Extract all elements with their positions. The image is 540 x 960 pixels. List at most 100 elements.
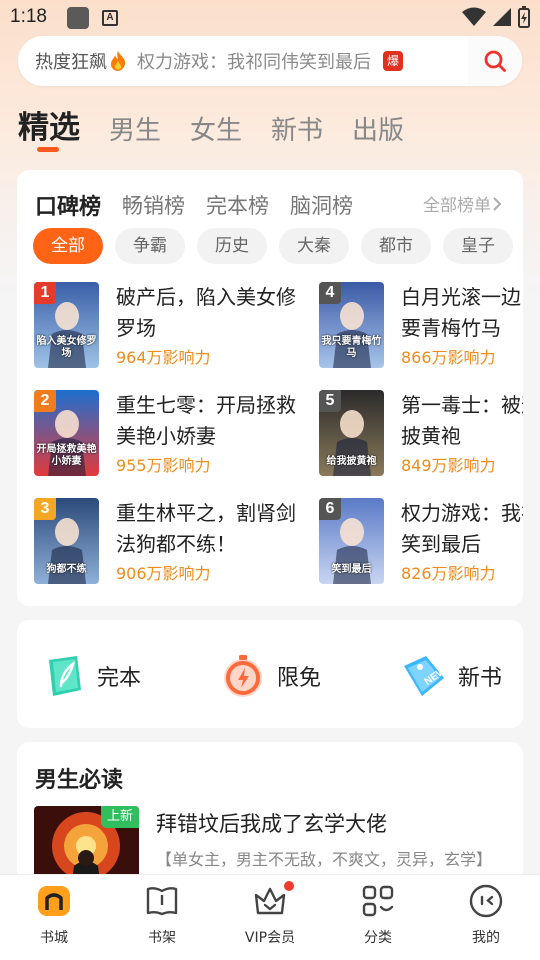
quick-new-books[interactable]: NEW 新书 xyxy=(400,652,502,700)
book-description: 【单女主，男主不无敌，不爽文，灵异，玄学】 xyxy=(156,850,493,869)
nav-profile[interactable]: 我的 xyxy=(446,883,526,947)
tab-bestseller-rank[interactable]: 畅销榜 xyxy=(122,190,185,220)
rank-number-badge: 1 xyxy=(34,282,56,304)
chevron-right-icon xyxy=(493,196,502,211)
bookshelf-icon xyxy=(144,883,180,919)
notification-a-icon: A xyxy=(102,10,118,26)
vip-crown-icon xyxy=(252,881,294,919)
book-title[interactable]: 重生七零：开局拯救美艳小娇妻 xyxy=(116,390,302,452)
cover-title-art: 给我披黄袍 xyxy=(326,456,377,467)
ranking-book-item[interactable]: 我只要青梅竹马 4 白月光滚一边，我只要青梅竹马 866万影响力 xyxy=(319,282,523,368)
wifi-icon xyxy=(462,7,486,26)
tab-completed-rank[interactable]: 完本榜 xyxy=(206,190,269,220)
chip-prince[interactable]: 皇子 xyxy=(443,228,513,264)
nav-category-label: 分类 xyxy=(364,930,392,946)
category-icon xyxy=(360,883,396,919)
quick-limited-free[interactable]: 限免 xyxy=(219,652,321,700)
nav-vip[interactable]: VIP会员 xyxy=(230,881,310,947)
quick-completed[interactable]: 完本 xyxy=(39,652,141,700)
rank-number-badge: 4 xyxy=(319,282,341,304)
nav-bookshelf-label: 书架 xyxy=(148,930,176,946)
genre-chips: 全部 争霸 历史 大秦 都市 皇子 xyxy=(33,228,513,264)
book-influence: 906万影响力 xyxy=(116,564,211,583)
tab-imagination-rank[interactable]: 脑洞榜 xyxy=(290,190,353,220)
cover-title-art: 陷入美女修罗场 xyxy=(36,336,97,359)
cover-title-art: 笑到最后 xyxy=(331,564,372,575)
book-title[interactable]: 权力游戏：我祁同伟笑到最后 xyxy=(401,498,523,560)
cover-title-art: 狗都不练 xyxy=(46,564,87,575)
book-title[interactable]: 重生林平之，割肾剑法狗都不练！ xyxy=(116,498,302,560)
profile-icon xyxy=(468,883,504,919)
ranking-book-item[interactable]: 开局拯救美艳小娇妻 2 重生七零：开局拯救美艳小娇妻 955万影响力 xyxy=(34,390,334,476)
new-badge: 上新 xyxy=(100,806,139,828)
book-influence: 955万影响力 xyxy=(116,456,211,475)
quick-entry-card: 完本 限免 NEW 新书 xyxy=(17,620,523,728)
status-bar: 1:18 A xyxy=(0,0,540,36)
nav-profile-label: 我的 xyxy=(472,930,500,946)
search-hot-label: 热度狂飙 xyxy=(35,52,107,73)
section-title: 男生必读 xyxy=(35,768,124,793)
all-rankings-label: 全部榜单 xyxy=(423,196,491,216)
ranking-book-item[interactable]: 给我披黄袍 5 第一毒士：被逼给我披黄袍 849万影响力 xyxy=(319,390,523,476)
quick-limited-free-label: 限免 xyxy=(277,666,322,691)
fire-icon xyxy=(111,51,126,71)
tab-featured[interactable]: 精选 xyxy=(18,102,80,147)
bookstore-icon xyxy=(36,883,72,919)
tab-reputation-rank[interactable]: 口碑榜 xyxy=(35,189,101,221)
book-title[interactable]: 破产后，陷入美女修罗场 xyxy=(116,282,302,344)
tab-female[interactable]: 女生 xyxy=(190,110,242,147)
rank-number-badge: 3 xyxy=(34,498,56,520)
nav-bookstore[interactable]: 书城 xyxy=(14,883,94,947)
category-tabs: 精选 男生 女生 新书 出版 xyxy=(18,102,433,147)
book-cover[interactable]: 给我披黄袍 5 xyxy=(319,390,384,476)
chip-history[interactable]: 历史 xyxy=(197,228,267,264)
battery-icon xyxy=(518,6,530,28)
cover-title-art: 开局拯救美艳小娇妻 xyxy=(36,444,97,467)
nav-vip-label: VIP会员 xyxy=(244,930,296,946)
book-cover[interactable]: 陷入美女修罗场 1 xyxy=(34,282,99,368)
status-indicators xyxy=(462,6,530,28)
search-suggestion: 权力游戏：我祁同伟笑到最后 xyxy=(137,52,371,73)
bottom-nav: 书城 书架 VIP会员 分类 我的 xyxy=(0,874,540,960)
quick-new-books-label: 新书 xyxy=(458,666,503,691)
book-title[interactable]: 第一毒士：被逼给我披黄袍 xyxy=(401,390,523,452)
book-influence: 866万影响力 xyxy=(401,348,496,367)
book-title[interactable]: 白月光滚一边，我只要青梅竹马 xyxy=(401,282,523,344)
search-button[interactable] xyxy=(468,36,522,86)
book-feather-icon xyxy=(39,652,87,700)
book-cover[interactable]: 上新 xyxy=(34,806,139,882)
must-read-card: 男生必读 上新 拜错坟后我成了玄学大佬 【单女主，男主不无敌，不爽文，灵异，玄学… xyxy=(17,742,523,882)
cover-title-art: 我只要青梅竹马 xyxy=(321,336,382,359)
chip-urban[interactable]: 都市 xyxy=(361,228,431,264)
ranking-tabs: 口碑榜 畅销榜 完本榜 脑洞榜 xyxy=(35,189,374,221)
nav-bookstore-label: 书城 xyxy=(40,930,68,946)
signal-icon xyxy=(493,8,511,26)
limited-free-clock-icon xyxy=(219,652,267,700)
book-influence: 964万影响力 xyxy=(116,348,211,367)
all-rankings-link[interactable]: 全部榜单 xyxy=(423,191,503,216)
book-title[interactable]: 拜错坟后我成了玄学大佬 xyxy=(156,808,387,838)
chip-hegemony[interactable]: 争霸 xyxy=(115,228,185,264)
chip-all[interactable]: 全部 xyxy=(33,228,103,264)
ranking-card: 口碑榜 畅销榜 完本榜 脑洞榜 全部榜单 全部 争霸 历史 大秦 都市 皇子 陷… xyxy=(17,170,523,606)
book-influence: 826万影响力 xyxy=(401,564,496,583)
ranking-book-item[interactable]: 笑到最后 6 权力游戏：我祁同伟笑到最后 826万影响力 xyxy=(319,498,523,584)
book-cover[interactable]: 我只要青梅竹马 4 xyxy=(319,282,384,368)
nav-category[interactable]: 分类 xyxy=(338,883,418,947)
tab-new-books[interactable]: 新书 xyxy=(271,110,323,147)
ranking-book-item[interactable]: 狗都不练 3 重生林平之，割肾剑法狗都不练！ 906万影响力 xyxy=(34,498,334,584)
chip-qin[interactable]: 大秦 xyxy=(279,228,349,264)
book-cover[interactable]: 狗都不练 3 xyxy=(34,498,99,584)
tab-publishing[interactable]: 出版 xyxy=(352,110,404,147)
book-cover[interactable]: 开局拯救美艳小娇妻 2 xyxy=(34,390,99,476)
nav-bookshelf[interactable]: 书架 xyxy=(122,883,202,947)
book-influence: 849万影响力 xyxy=(401,456,496,475)
rank-number-badge: 2 xyxy=(34,390,56,412)
book-cover[interactable]: 笑到最后 6 xyxy=(319,498,384,584)
tab-male[interactable]: 男生 xyxy=(109,110,161,147)
hot-badge: 爆 xyxy=(383,51,403,71)
rank-number-badge: 5 xyxy=(319,390,341,412)
quick-completed-label: 完本 xyxy=(97,666,142,691)
search-bar[interactable]: 热度狂飙 权力游戏：我祁同伟笑到最后 爆 xyxy=(18,36,522,86)
ranking-book-item[interactable]: 陷入美女修罗场 1 破产后，陷入美女修罗场 964万影响力 xyxy=(34,282,334,368)
